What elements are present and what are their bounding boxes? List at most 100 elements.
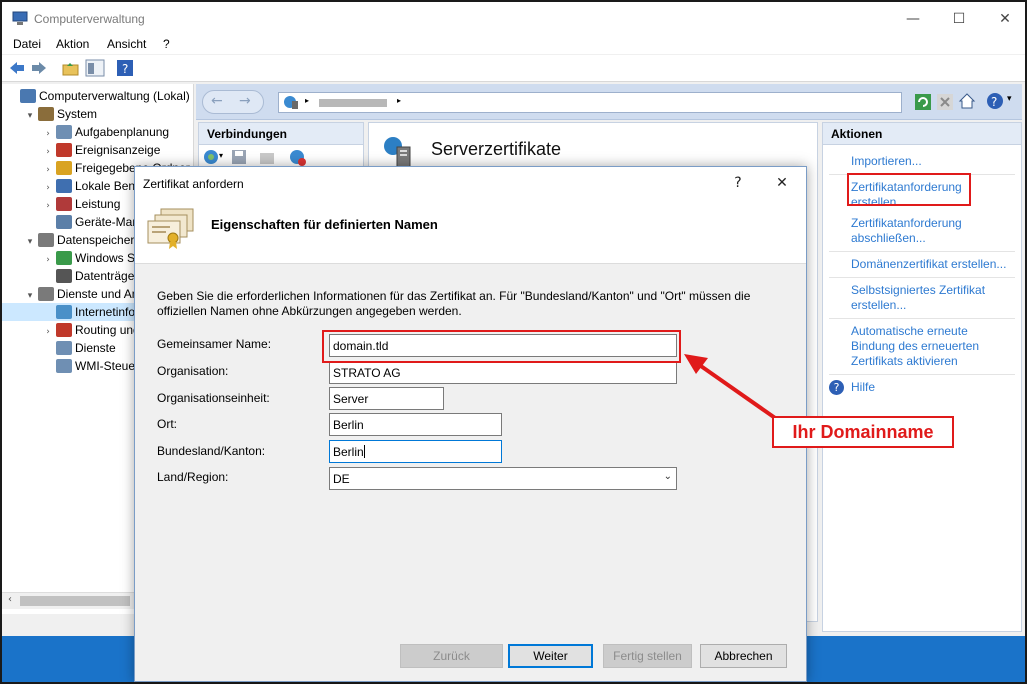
home-icon[interactable] xyxy=(958,92,976,110)
action-item[interactable]: Domänenzertifikat erstellen... xyxy=(823,254,1021,275)
tree-node-icon xyxy=(56,269,72,283)
breadcrumb-chevron-icon: ▸ xyxy=(305,96,310,105)
help-book-icon[interactable]: ? xyxy=(116,59,134,77)
dialog-close-button[interactable]: ✕ xyxy=(767,171,797,195)
refresh-icon[interactable] xyxy=(914,93,932,111)
tree-item-label: Datenspeicher xyxy=(57,233,135,247)
iis-address-bar[interactable]: ▸ ▸ xyxy=(278,92,902,113)
tree-item-label: Aufgabenplanung xyxy=(75,125,170,139)
tree-node-icon xyxy=(56,197,72,211)
chevron-down-icon[interactable]: ⌄ xyxy=(664,471,672,482)
action-item[interactable]: Importieren... xyxy=(823,151,1021,172)
maximize-button[interactable]: ☐ xyxy=(936,4,982,34)
connect-dropdown-icon[interactable]: ▾ xyxy=(219,151,223,160)
chevron-right-icon[interactable]: › xyxy=(42,179,54,195)
action-link[interactable]: Selbstsigniertes Zertifikat erstellen... xyxy=(851,283,1015,313)
iis-forward-icon[interactable]: → xyxy=(239,93,251,109)
svg-text:?: ? xyxy=(122,62,128,76)
menu-aktion[interactable]: Aktion xyxy=(56,37,89,51)
menu-datei[interactable]: Datei xyxy=(13,37,41,51)
domain-name-callout: Ihr Domainname xyxy=(772,416,954,448)
country-select-value: DE xyxy=(333,472,350,486)
country-select[interactable]: DE ⌄ xyxy=(329,467,677,490)
org-unit-field[interactable]: Server xyxy=(329,387,444,410)
divider xyxy=(829,318,1015,319)
close-button[interactable]: ✕ xyxy=(982,4,1027,34)
text-cursor xyxy=(363,445,365,458)
tree-item[interactable]: › Aufgabenplanung xyxy=(2,123,193,141)
tree-node-icon xyxy=(56,251,72,265)
svg-text:?: ? xyxy=(991,95,997,109)
delete-connection-icon[interactable] xyxy=(289,149,307,167)
scroll-left-icon[interactable]: ‹ xyxy=(8,594,12,605)
help-icon: ? xyxy=(829,380,844,395)
next-button[interactable]: Weiter xyxy=(508,644,593,668)
chevron-down-icon[interactable]: ▾ xyxy=(24,287,36,303)
minimize-button[interactable]: — xyxy=(890,4,936,34)
menu-ansicht[interactable]: Ansicht xyxy=(107,37,146,51)
tree-node-icon xyxy=(56,341,72,355)
certificate-stack-icon xyxy=(147,208,194,249)
menu-bar: Datei Aktion Ansicht ? xyxy=(2,34,1025,54)
common-name-label: Gemeinsamer Name: xyxy=(157,337,272,351)
action-help[interactable]: ? Hilfe xyxy=(823,377,1021,398)
folder-up-icon[interactable] xyxy=(62,60,80,76)
computer-management-icon xyxy=(12,11,28,25)
tree-item-label: Ereignisanzeige xyxy=(75,143,161,157)
scrollbar-thumb[interactable] xyxy=(20,596,130,606)
show-hide-tree-icon[interactable] xyxy=(85,59,105,77)
city-field[interactable]: Berlin xyxy=(329,413,502,436)
menu-help[interactable]: ? xyxy=(163,37,170,51)
iis-back-icon[interactable]: ← xyxy=(211,93,223,109)
iis-back-forward[interactable]: ← → xyxy=(202,90,264,114)
save-icon[interactable] xyxy=(231,149,247,165)
chevron-right-icon[interactable]: › xyxy=(42,143,54,159)
action-item[interactable]: Zertifikatanforderung abschließen... xyxy=(823,213,1021,249)
back-icon[interactable] xyxy=(8,60,26,76)
state-field-value: Berlin xyxy=(333,445,364,459)
action-link[interactable]: Zertifikatanforderung abschließen... xyxy=(851,216,1015,246)
redacted-server-name xyxy=(319,99,387,107)
tree-node-icon xyxy=(38,233,54,247)
tree-item-label: Dienste xyxy=(75,341,116,355)
action-link[interactable]: Automatische erneute Bindung des erneuer… xyxy=(851,324,1015,369)
organisation-field[interactable]: STRATO AG xyxy=(329,361,677,384)
tree-item[interactable]: Computerverwaltung (Lokal) xyxy=(2,87,193,105)
divider xyxy=(829,251,1015,252)
cancel-button[interactable]: Abbrechen xyxy=(700,644,787,668)
tree-item[interactable]: ▾ System xyxy=(2,105,193,123)
action-link[interactable]: Domänenzertifikat erstellen... xyxy=(851,257,1015,272)
tree-node-icon xyxy=(20,89,36,103)
connect-globe-icon[interactable] xyxy=(203,149,219,165)
toolbar: ? xyxy=(2,55,1025,82)
org-unit-label: Organisationseinheit: xyxy=(157,391,270,405)
common-name-highlight xyxy=(322,330,681,363)
chevron-right-icon[interactable]: › xyxy=(42,161,54,177)
action-highlight xyxy=(847,173,971,206)
divider xyxy=(829,277,1015,278)
chevron-right-icon[interactable]: › xyxy=(42,323,54,339)
chevron-right-icon[interactable]: › xyxy=(42,197,54,213)
chevron-right-icon[interactable]: › xyxy=(42,125,54,141)
action-link[interactable]: Importieren... xyxy=(851,154,1015,169)
chevron-down-icon[interactable]: ▾ xyxy=(24,233,36,249)
chevron-down-icon[interactable]: ▾ xyxy=(24,107,36,123)
state-field[interactable]: Berlin xyxy=(329,440,502,463)
chevron-right-icon[interactable]: › xyxy=(42,251,54,267)
help-dropdown-icon[interactable]: ▾ xyxy=(1007,94,1012,104)
action-item[interactable]: Selbstsigniertes Zertifikat erstellen... xyxy=(823,280,1021,316)
up-level-icon[interactable] xyxy=(259,149,275,165)
help-icon[interactable]: ? xyxy=(986,92,1004,110)
tree-node-icon xyxy=(56,161,72,175)
action-item[interactable]: Automatische erneute Bindung des erneuer… xyxy=(823,321,1021,372)
tree-node-icon xyxy=(56,323,72,337)
action-link[interactable]: Hilfe xyxy=(851,380,1015,395)
back-button[interactable]: Zurück xyxy=(400,644,503,668)
forward-icon[interactable] xyxy=(30,60,48,76)
dialog-help-button[interactable]: ? xyxy=(723,171,753,195)
finish-button[interactable]: Fertig stellen xyxy=(603,644,692,668)
actions-title: Aktionen xyxy=(823,123,1021,145)
tree-node-icon xyxy=(56,125,72,139)
stop-icon[interactable] xyxy=(936,93,954,111)
tree-item[interactable]: › Ereignisanzeige xyxy=(2,141,193,159)
